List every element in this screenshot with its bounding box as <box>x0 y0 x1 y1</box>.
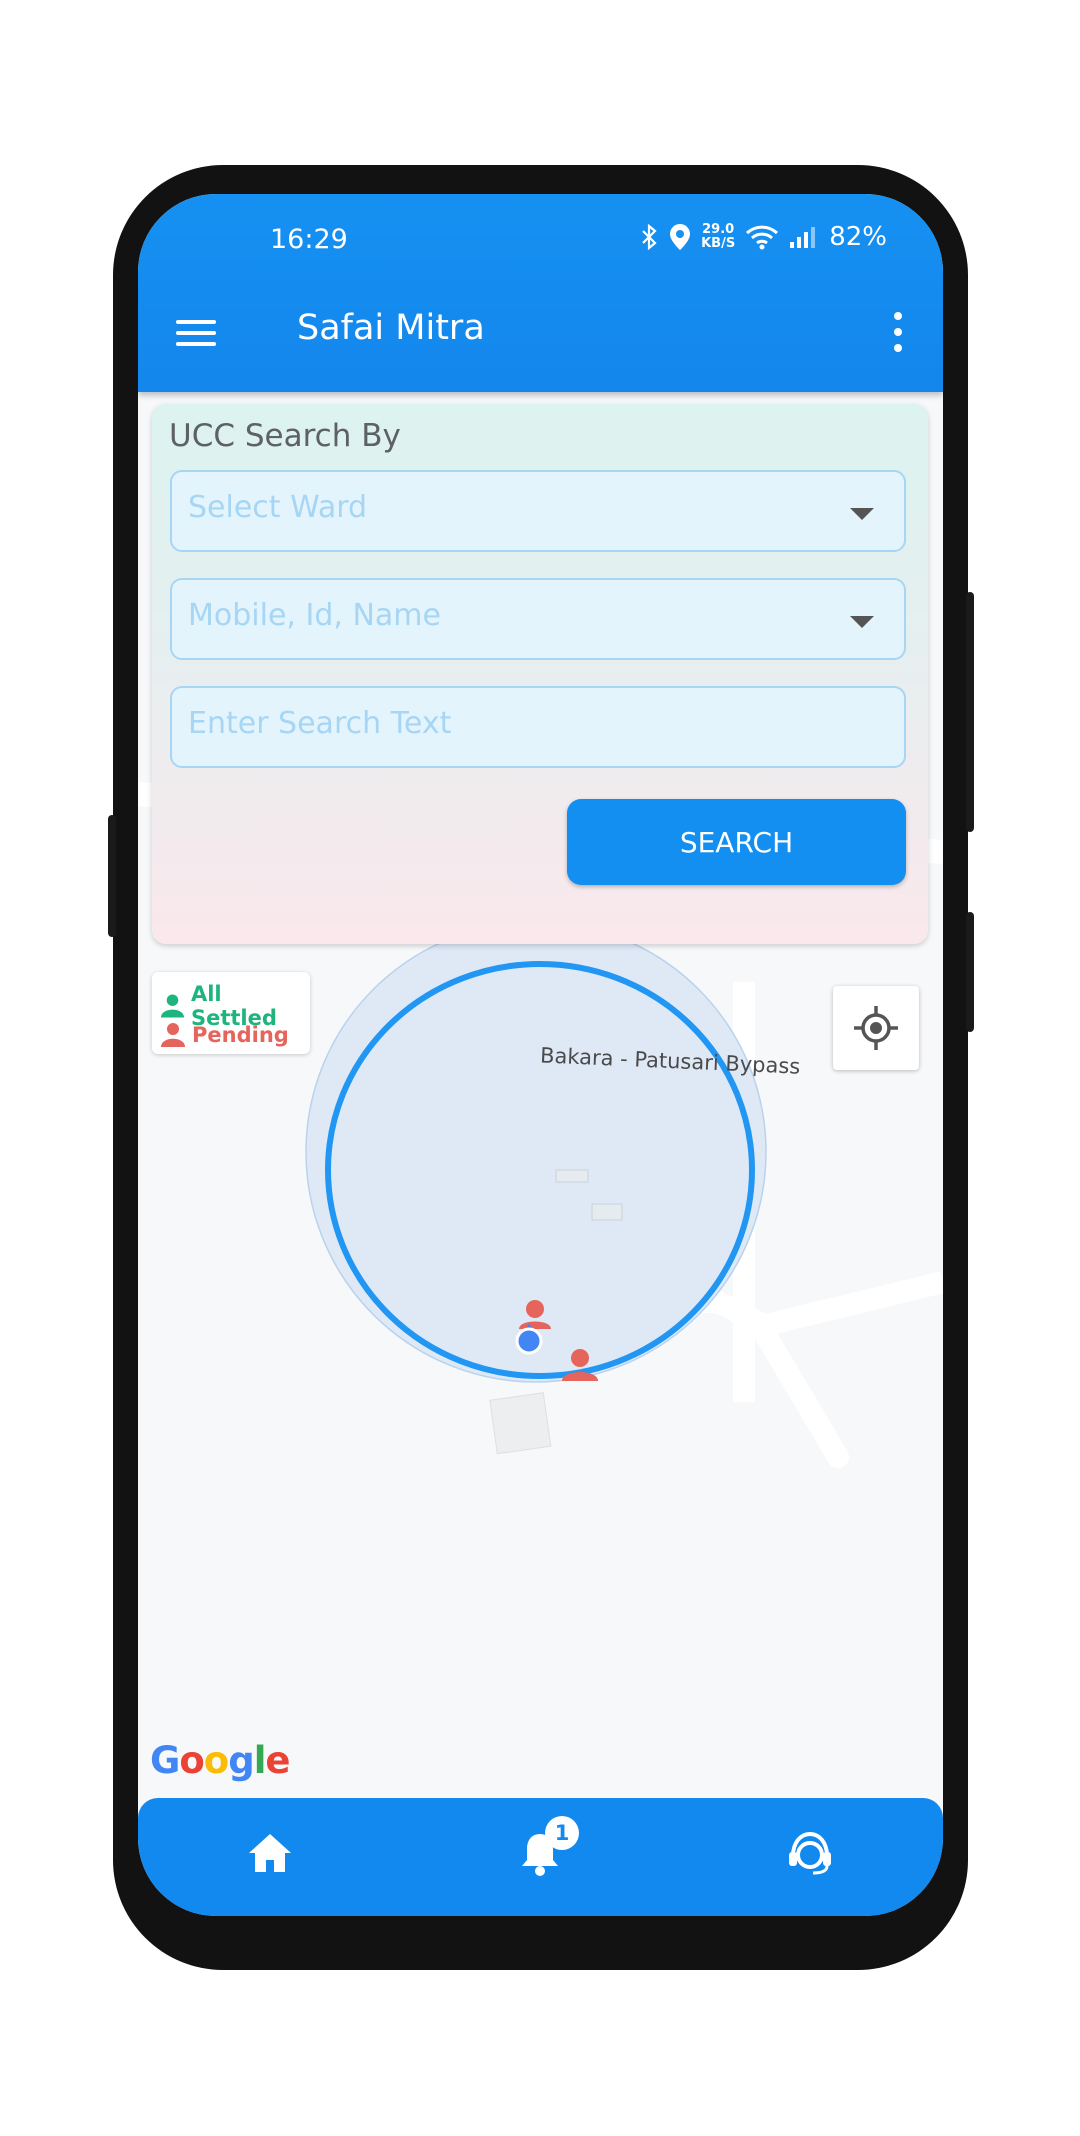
person-icon <box>161 1023 185 1047</box>
wifi-icon <box>746 225 779 250</box>
signal-icon <box>790 227 816 248</box>
support-agent-icon <box>789 1831 831 1875</box>
chevron-down-icon <box>850 508 874 520</box>
app-screen: 16:29 29.0 KB/S 82% Safai Mitra Bakara - <box>138 194 943 1916</box>
legend-pending-label: Pending <box>192 1023 289 1047</box>
search-placeholder: Enter Search Text <box>188 706 452 741</box>
network-speed: 29.0 KB/S <box>701 223 735 251</box>
search-button[interactable]: SEARCH <box>567 799 906 885</box>
app-header: 16:29 29.0 KB/S 82% Safai Mitra <box>138 194 943 392</box>
ward-placeholder: Select Ward <box>188 490 368 525</box>
search-type-dropdown[interactable]: Mobile, Id, Name <box>170 578 906 660</box>
speed-value: 29.0 <box>702 222 735 237</box>
nav-support[interactable] <box>785 1828 835 1878</box>
status-time: 16:29 <box>270 224 348 255</box>
speed-unit: KB/S <box>701 236 736 251</box>
bluetooth-icon <box>642 224 657 250</box>
location-icon <box>670 224 691 250</box>
nav-home[interactable] <box>245 1828 295 1878</box>
map-legend: All Settled Pending <box>152 972 310 1054</box>
battery-level: 82% <box>829 222 887 252</box>
select-ward-dropdown[interactable]: Select Ward <box>170 470 906 552</box>
chevron-down-icon <box>850 616 874 628</box>
ucc-search-card: UCC Search By Select Ward Mobile, Id, Na… <box>152 404 928 944</box>
person-icon <box>160 994 185 1018</box>
more-vert-icon[interactable] <box>893 312 903 352</box>
search-text-input[interactable]: Enter Search Text <box>170 686 906 768</box>
notification-badge: 1 <box>545 1816 579 1850</box>
card-title: UCC Search By <box>169 418 401 454</box>
filter-placeholder: Mobile, Id, Name <box>188 598 441 633</box>
my-location-button[interactable] <box>833 986 919 1070</box>
legend-pending: Pending <box>160 1022 289 1048</box>
home-icon <box>249 1834 291 1872</box>
google-logo: Google <box>150 1739 291 1782</box>
app-title: Safai Mitra <box>297 308 485 348</box>
pending-marker-icon[interactable] <box>558 1349 602 1389</box>
nav-notifications[interactable]: 1 <box>515 1816 579 1878</box>
side-button-upper <box>966 592 974 832</box>
bottom-navigation: 1 <box>138 1798 943 1916</box>
status-icons: 29.0 KB/S 82% <box>641 222 887 252</box>
hamburger-menu-icon[interactable] <box>176 320 216 346</box>
my-location-icon <box>854 1006 898 1050</box>
side-button-lower <box>966 912 974 1032</box>
volume-button <box>108 815 116 937</box>
